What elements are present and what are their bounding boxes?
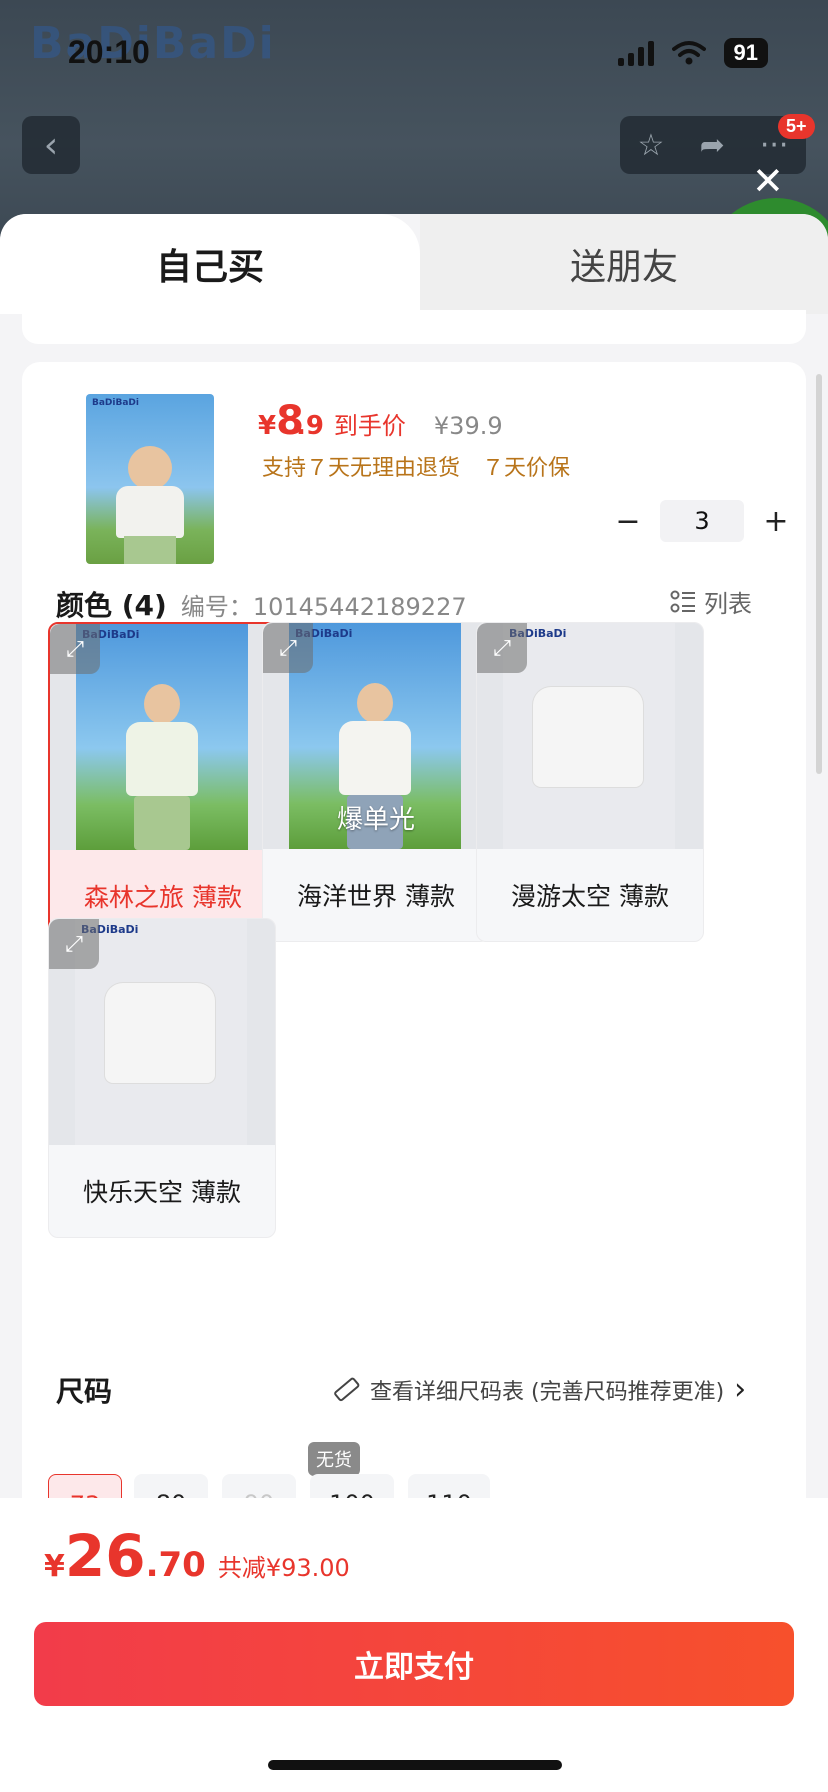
out-of-stock-badge: 无货 (308, 1442, 360, 1476)
size-chart-link[interactable]: 查看详细尺码表 (完善尺码推荐更准) › (332, 1372, 746, 1407)
status-bar: 20:10 91 (0, 34, 828, 74)
color-option-sky[interactable]: BaDiBaDi ⤢ 快乐天空 薄款 (48, 918, 276, 1238)
expand-icon[interactable]: ⤢ (49, 919, 99, 969)
color-option-ocean[interactable]: BaDiBaDi 爆单光 ⤢ 海洋世界 薄款 (262, 622, 490, 942)
wifi-icon (671, 41, 706, 65)
total-decimal: .70 (145, 1545, 206, 1585)
color-section-title: 颜色 (4) (56, 589, 167, 622)
tab-buy-for-self[interactable]: 自己买 (0, 214, 420, 314)
decrease-button[interactable]: − (610, 504, 646, 539)
list-view-label: 列表 (704, 590, 752, 618)
tshirt-image (533, 687, 643, 787)
close-icon[interactable]: ✕ (752, 162, 784, 200)
size-section-title: 尺码 (56, 1375, 113, 1408)
price-currency: ¥ (258, 411, 277, 441)
total-integer: 26 (64, 1522, 146, 1590)
return-guarantee: 支持７天无理由退货 ７天价保 (262, 456, 571, 481)
color-option-label: 快乐天空 薄款 (83, 1178, 241, 1207)
expand-icon[interactable]: ⤢ (50, 624, 100, 674)
checkout-bar: ¥ 26 .70 共减¥93.00 立即支付 (0, 1498, 828, 1792)
size-chart-label: 查看详细尺码表 (完善尺码推荐更准) (370, 1379, 725, 1405)
total-saving: 共减¥93.00 (217, 1554, 350, 1582)
price-row: ¥8.9 到手价 ¥39.9 (258, 398, 503, 444)
tab-content-strip (22, 310, 806, 344)
expand-icon[interactable]: ⤢ (263, 623, 313, 673)
quantity-value[interactable]: 3 (660, 500, 744, 542)
expand-icon[interactable]: ⤢ (477, 623, 527, 673)
status-time: 20:10 (68, 34, 150, 70)
back-button[interactable]: ‹ (22, 116, 80, 174)
total-price: ¥ 26 .70 共减¥93.00 (44, 1522, 350, 1590)
model-figure (114, 684, 210, 850)
star-icon[interactable]: ☆ (638, 128, 665, 163)
ruler-icon (334, 1377, 360, 1401)
pay-now-button[interactable]: 立即支付 (34, 1622, 794, 1706)
hot-sale-tag: 爆单光 (336, 805, 415, 835)
tshirt-image (105, 983, 215, 1083)
color-option-label: 漫游太空 薄款 (511, 882, 669, 911)
list-view-toggle[interactable]: 列表 (670, 584, 752, 619)
color-option-forest[interactable]: BaDiBaDi ⤢ 森林之旅 薄款 (48, 622, 278, 944)
color-option-space[interactable]: BaDiBaDi ⤢ 漫游太空 薄款 (476, 622, 704, 942)
scrollbar[interactable] (816, 374, 822, 774)
tab-bar: 自己买 送朋友 (0, 214, 828, 314)
original-price: ¥39.9 (433, 412, 503, 440)
product-card: BaDiBaDi ¥8.9 到手价 ¥39.9 支持７天无理由退货 ７天价保 −… (22, 362, 806, 1662)
home-indicator (268, 1760, 562, 1770)
product-thumbnail[interactable]: BaDiBaDi (86, 394, 214, 564)
signal-icon (617, 40, 654, 66)
price-decimal: .9 (295, 411, 324, 441)
battery-indicator: 91 (723, 38, 768, 68)
product-code-label: 编号： (180, 593, 253, 621)
increase-button[interactable]: + (758, 504, 794, 539)
chevron-right-icon: › (734, 1372, 747, 1407)
tab-send-to-friend[interactable]: 送朋友 (420, 214, 828, 314)
quantity-stepper: − 3 + (610, 500, 794, 542)
total-currency: ¥ (44, 1549, 65, 1584)
share-icon[interactable]: ➦ (700, 128, 725, 163)
thumbnail-brand: BaDiBaDi (92, 398, 139, 408)
chevron-left-icon: ‹ (43, 124, 59, 166)
price-label: 到手价 (333, 412, 406, 440)
list-icon (670, 590, 695, 612)
color-option-label: 海洋世界 薄款 (297, 882, 455, 911)
color-section-header: 颜色 (4) 编号： 10145442189227 (56, 584, 467, 624)
product-code: 10145442189227 (252, 593, 467, 621)
notification-badge: 5+ (778, 114, 815, 139)
